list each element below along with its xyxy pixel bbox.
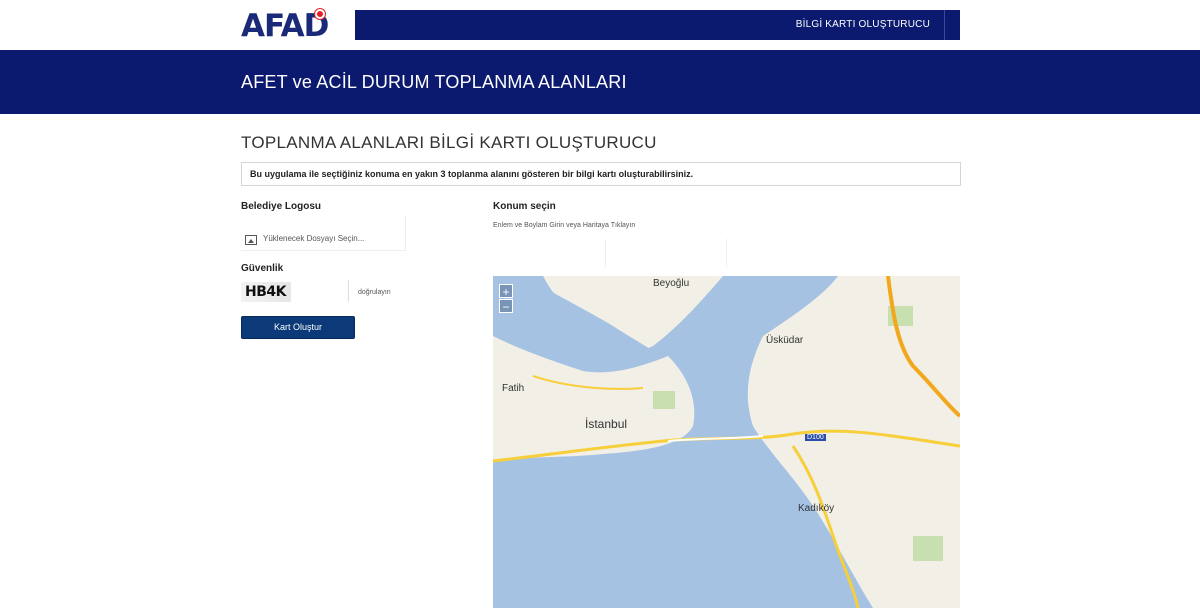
logo-star-icon bbox=[315, 9, 325, 19]
page-title: TOPLANMA ALANLARI BİLGİ KARTI OLUŞTURUCU bbox=[241, 133, 657, 152]
image-icon bbox=[245, 235, 257, 245]
location-map[interactable]: + − Beyoğlu Üsküdar Fatih İstanbul Kadık… bbox=[493, 276, 960, 608]
top-bar: AFAD BİLGİ KARTI OLUŞTURUCU bbox=[0, 0, 1200, 50]
map-zoom-out-button[interactable]: − bbox=[499, 299, 513, 314]
latitude-input[interactable] bbox=[493, 239, 606, 267]
page-banner: AFET ve ACİL DURUM TOPLANMA ALANLARI bbox=[0, 50, 1200, 114]
nav-item-info-card-generator[interactable]: BİLGİ KARTI OLUŞTURUCU bbox=[796, 10, 930, 40]
captcha-image: HB4K bbox=[241, 282, 291, 302]
map-label-d100: D100 bbox=[805, 434, 826, 441]
map-label-kadikoy: Kadıköy bbox=[798, 503, 835, 514]
info-box: Bu uygulama ile seçtiğiniz konuma en yak… bbox=[241, 162, 961, 186]
security-label: Güvenlik bbox=[241, 263, 284, 274]
nav-separator bbox=[944, 10, 960, 40]
banner-title: AFET ve ACİL DURUM TOPLANMA ALANLARI bbox=[241, 72, 627, 92]
file-upload-field[interactable]: Yüklenecek Dosyayı Seçin... bbox=[241, 215, 406, 251]
park-1 bbox=[653, 391, 675, 409]
map-label-beyoglu: Beyoğlu bbox=[653, 278, 690, 289]
map-zoom-in-button[interactable]: + bbox=[499, 284, 513, 299]
longitude-input[interactable] bbox=[607, 239, 727, 267]
create-card-button[interactable]: Kart Oluştur bbox=[241, 316, 355, 339]
map-label-fatih: Fatih bbox=[502, 383, 525, 394]
map-tiles bbox=[493, 276, 960, 608]
captcha-input[interactable]: HB4K bbox=[241, 280, 349, 302]
location-hint: Enlem ve Boylam Girin veya Haritaya Tıkl… bbox=[493, 222, 636, 229]
municipality-logo-label: Belediye Logosu bbox=[241, 201, 322, 212]
park-3 bbox=[913, 536, 943, 561]
location-label: Konum seçin bbox=[493, 201, 556, 212]
file-upload-placeholder: Yüklenecek Dosyayı Seçin... bbox=[263, 234, 365, 243]
captcha-hint: doğrulayın bbox=[358, 289, 391, 296]
top-navigation: BİLGİ KARTI OLUŞTURUCU bbox=[355, 10, 960, 40]
map-label-istanbul: İstanbul bbox=[585, 417, 628, 431]
map-label-uskudar: Üsküdar bbox=[766, 335, 804, 346]
